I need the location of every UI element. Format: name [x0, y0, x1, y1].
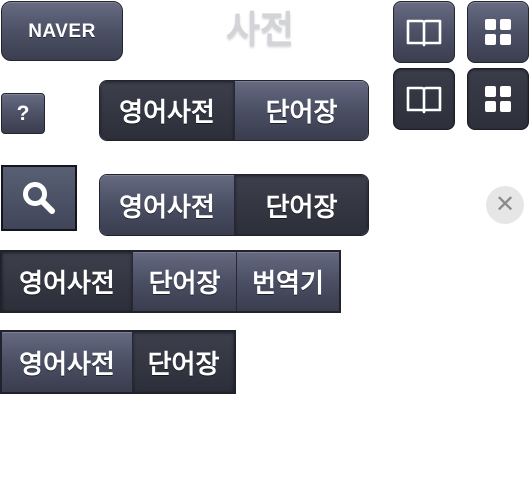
- tab-english-dictionary[interactable]: 영어사전: [2, 252, 132, 311]
- tab-wordbook[interactable]: 단어장: [132, 252, 236, 311]
- tab-english-dictionary[interactable]: 영어사전: [100, 175, 234, 235]
- dictionary-tabs-1: 영어사전 단어장: [99, 80, 369, 141]
- tab-english-dictionary[interactable]: 영어사전: [2, 332, 132, 392]
- grid-icon: [485, 86, 511, 112]
- book-icon: [406, 19, 442, 47]
- tab-english-dictionary[interactable]: 영어사전: [100, 81, 234, 140]
- help-button[interactable]: ?: [1, 93, 45, 134]
- tab-wordbook[interactable]: 단어장: [234, 81, 368, 140]
- dictionary-tabs-4: 영어사전 단어장: [0, 330, 236, 394]
- close-icon: ✕: [494, 190, 516, 218]
- dictionary-tabs-3: 영어사전 단어장 번역기: [0, 250, 341, 313]
- close-button[interactable]: ✕: [486, 186, 524, 224]
- book-icon: [406, 86, 442, 114]
- tab-translator[interactable]: 번역기: [236, 252, 339, 311]
- search-icon: [23, 182, 55, 214]
- tab-wordbook[interactable]: 단어장: [234, 175, 368, 235]
- grid-icon: [485, 19, 511, 45]
- page-title: 사전: [225, 8, 295, 51]
- tab-wordbook[interactable]: 단어장: [132, 332, 234, 392]
- grid-menu-button[interactable]: [467, 1, 529, 63]
- grid-menu-button-pressed[interactable]: [467, 68, 529, 130]
- book-button[interactable]: [393, 1, 455, 63]
- book-button-pressed[interactable]: [393, 68, 455, 130]
- dictionary-tabs-2: 영어사전 단어장: [99, 174, 369, 236]
- search-button[interactable]: [1, 165, 77, 231]
- naver-logo-button[interactable]: NAVER: [1, 1, 123, 61]
